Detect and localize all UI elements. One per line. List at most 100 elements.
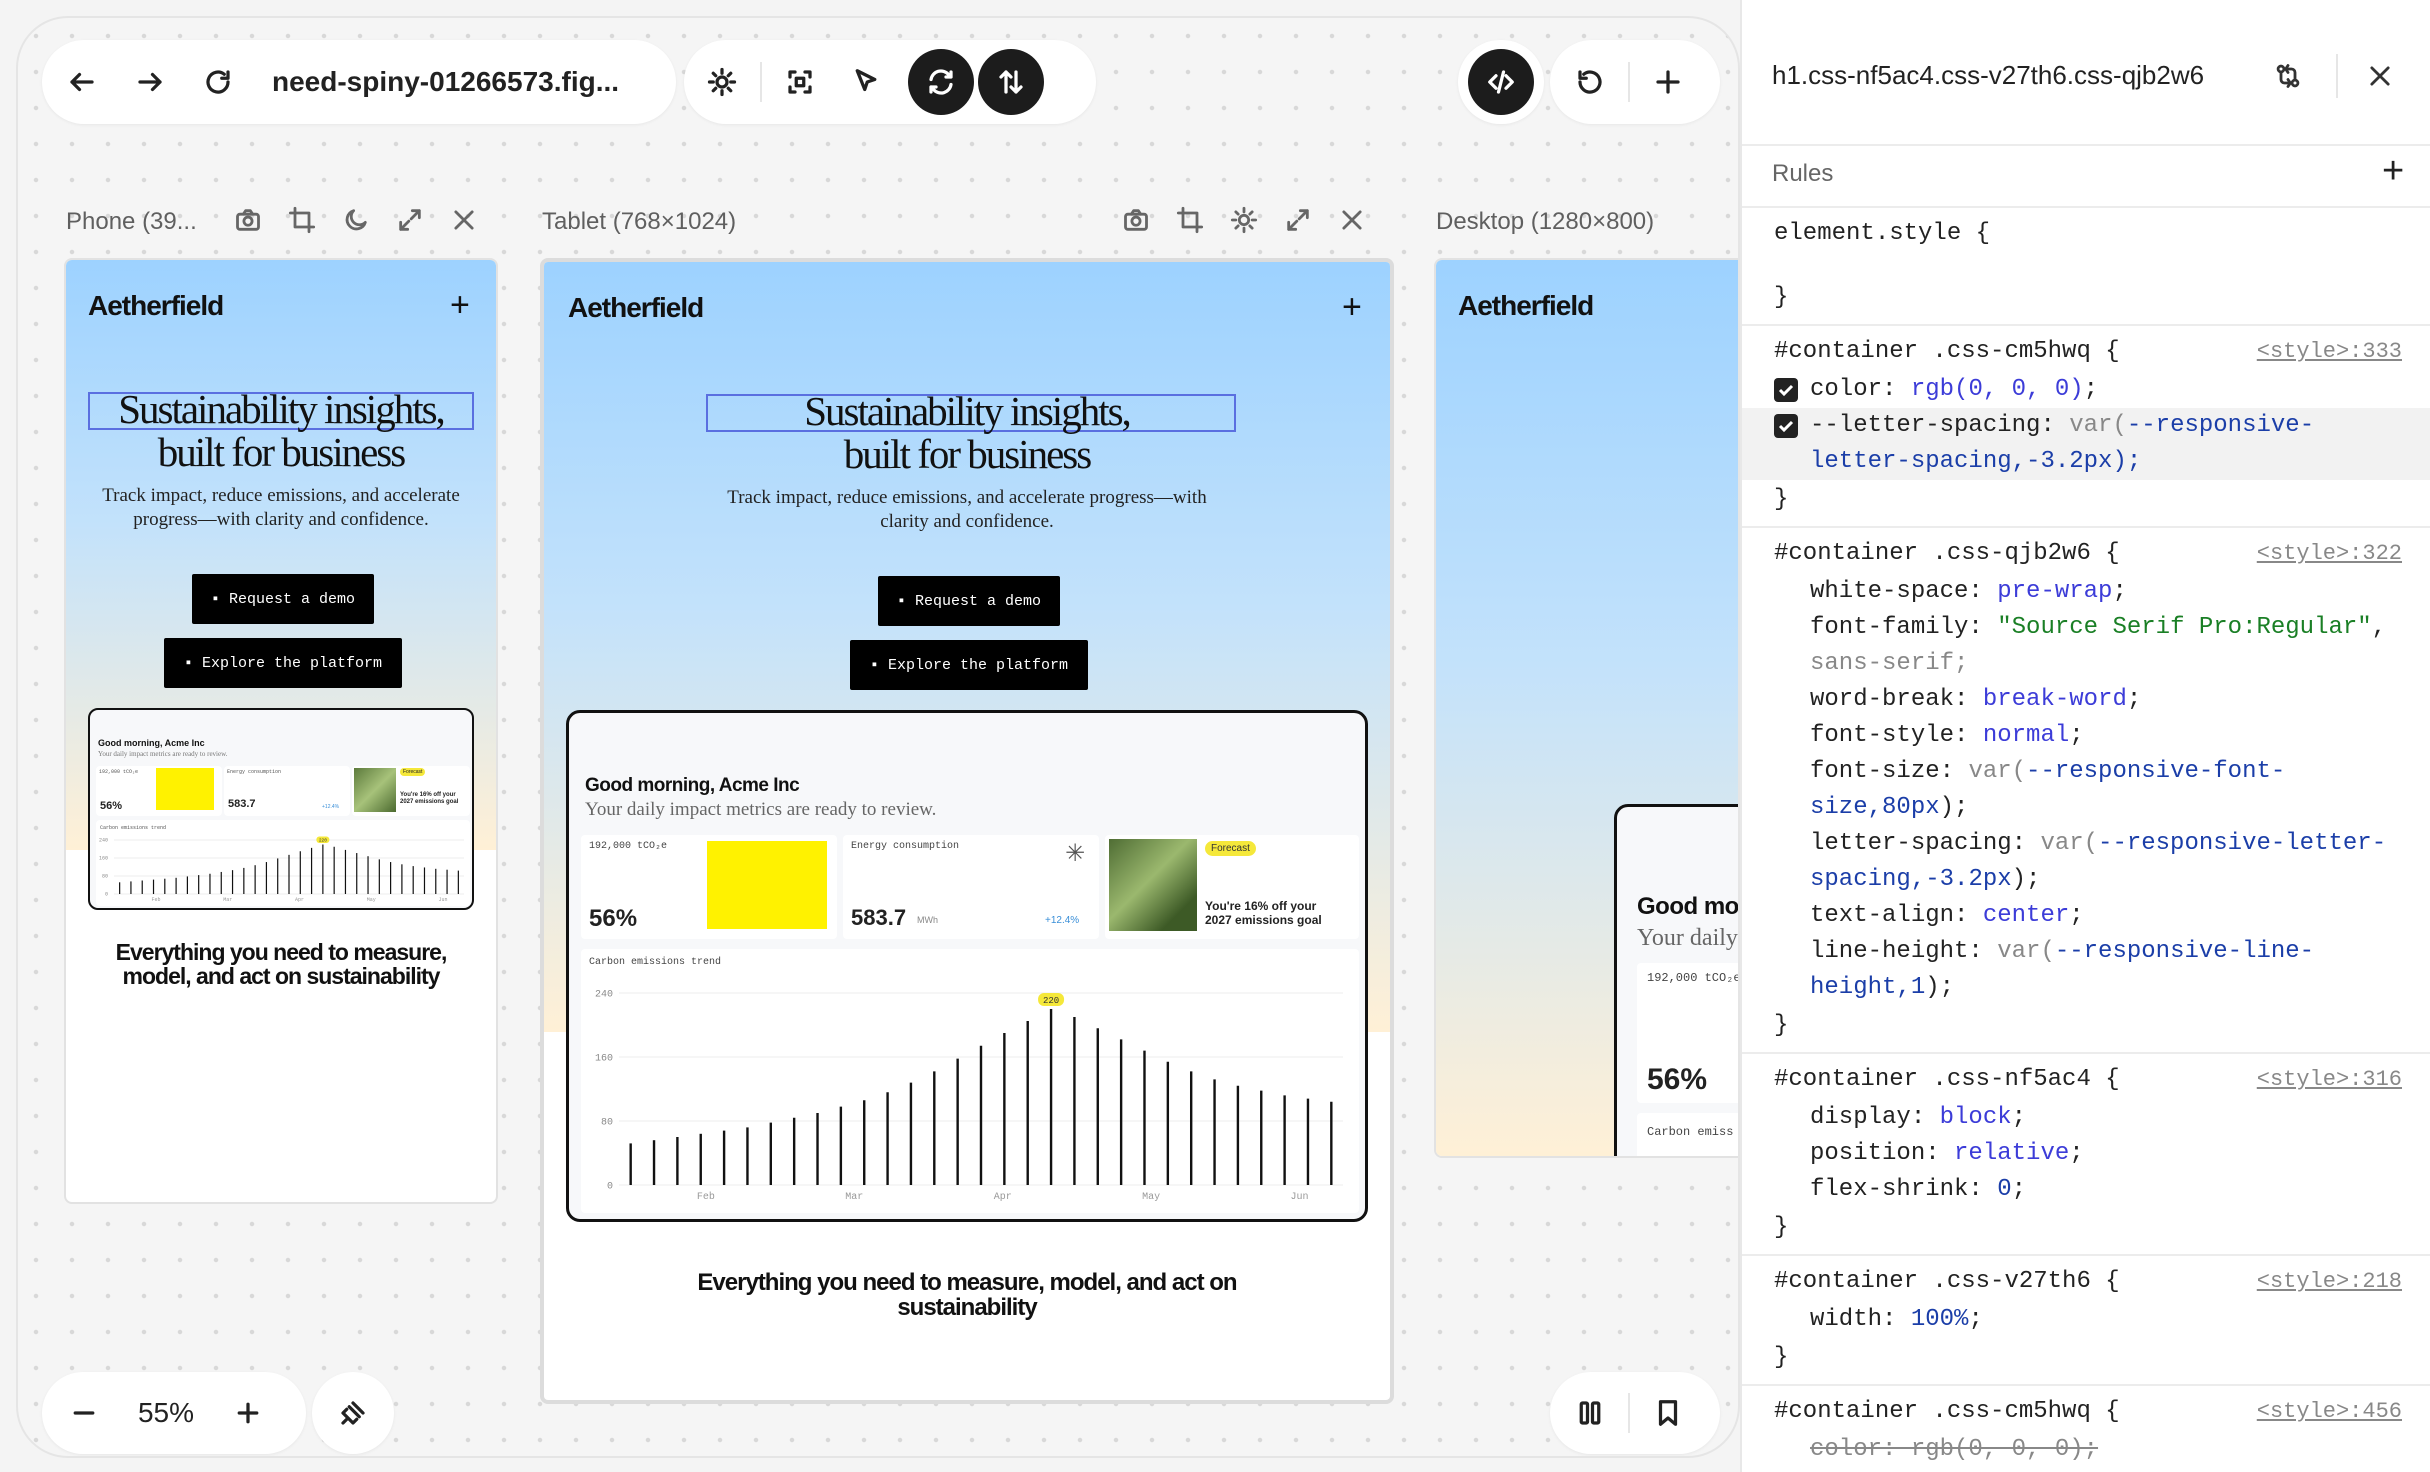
site-brand: Aetherfield: [1458, 290, 1594, 321]
tablet-frame[interactable]: Aetherfield + Sustainability insights, b…: [540, 258, 1394, 1404]
explore-platform-button[interactable]: ▪ Explore the platform: [850, 640, 1088, 690]
reload-button[interactable]: [190, 54, 246, 110]
close-icon: [1342, 209, 1362, 230]
explore-platform-button[interactable]: ▪ Explore the platform: [164, 638, 402, 688]
rule-selector: #container .css-v27th6 {: [1774, 1268, 2120, 1295]
subtitle-line-1: Track impact, reduce emissions, and acce…: [102, 485, 460, 506]
back-button[interactable]: [54, 54, 110, 110]
desktop-frame[interactable]: Aetherfield Good mor Your daily 192,000 …: [1434, 258, 1740, 1158]
rules-label: Rules: [1772, 160, 1834, 187]
expand-button[interactable]: [1284, 206, 1312, 239]
frame-select-button[interactable]: [772, 54, 828, 110]
css-declaration: font-size: var(--responsive-font-: [1810, 758, 2286, 785]
features-line-1: Everything you need to measure, model, a…: [697, 1269, 1237, 1296]
plus-icon: [237, 1402, 259, 1424]
metric-value: 56%: [100, 800, 123, 812]
hero-subtitle: Track impact, reduce emissions, and acce…: [66, 484, 496, 532]
css-declaration: font-family: "Source Serif Pro:Regular",: [1810, 614, 2387, 641]
rule-source-link[interactable]: <style>:322: [2257, 536, 2402, 572]
phone-frame-header: Phone (39...: [66, 200, 514, 244]
metric-value: 56%: [589, 905, 638, 932]
rotate-button[interactable]: [1176, 206, 1204, 239]
energy-unit: MWh: [917, 915, 938, 925]
zoom-in-button[interactable]: [220, 1385, 276, 1441]
canvas-stage[interactable]: need-spiny-01266573.fig... Phone (39... …: [16, 16, 1740, 1458]
divider: [1742, 144, 2430, 146]
reload-icon: [206, 70, 230, 94]
light-mode-button[interactable]: [1230, 206, 1258, 239]
theme-toggle-button[interactable]: [694, 54, 750, 110]
rule-source-link[interactable]: <style>:218: [2257, 1264, 2402, 1300]
expand-button[interactable]: [396, 206, 424, 239]
add-rule-button[interactable]: +: [2382, 152, 2404, 190]
crop-rotate-icon: [288, 206, 316, 233]
rule-source-link[interactable]: <style>:316: [2257, 1062, 2402, 1098]
css-declaration-cont: letter-spacing,-3.2px);: [1810, 448, 2142, 475]
metric-tile: 192,000 tCO₂e 56%: [581, 835, 837, 939]
swap-vertical-button[interactable]: [978, 49, 1044, 115]
plus-icon[interactable]: +: [450, 288, 470, 322]
divider: [1742, 1052, 2430, 1054]
zoom-out-button[interactable]: [56, 1385, 112, 1441]
property-checkbox[interactable]: [1774, 378, 1798, 402]
site-brand: Aetherfield: [88, 290, 224, 321]
y-tick-label: 160: [595, 1053, 613, 1064]
dashboard-card: Good mor Your daily 192,000 tCO₂e 56% Ca…: [1614, 804, 1740, 1156]
css-declaration: white-space: pre-wrap;: [1810, 578, 2127, 605]
rotate-button[interactable]: [288, 206, 316, 239]
energy-tile: Energy consumption ✳ 583.7 MWh +12.4%: [843, 835, 1099, 939]
x-tick-label: Jun: [438, 897, 447, 903]
css-declaration: --letter-spacing: var(--responsive-: [1810, 412, 2315, 439]
forward-button[interactable]: [122, 54, 178, 110]
rule-close: }: [1774, 486, 1789, 513]
dark-mode-button[interactable]: [342, 206, 370, 239]
hero-subtitle: Track impact, reduce emissions, and acce…: [544, 486, 1390, 534]
plug-icon: [341, 1401, 365, 1425]
rule-source-link[interactable]: <style>:333: [2257, 334, 2402, 370]
property-checkbox[interactable]: [1774, 414, 1798, 438]
file-name[interactable]: need-spiny-01266573.fig...: [272, 66, 619, 98]
css-declaration: word-break: break-word;: [1810, 686, 2142, 713]
screenshot-button[interactable]: [234, 206, 262, 239]
phone-frame[interactable]: Aetherfield + Sustainability insights, b…: [64, 258, 498, 1204]
compare-button[interactable]: [2274, 62, 2302, 95]
energy-delta: +12.4%: [1045, 915, 1080, 926]
split-view-button[interactable]: [1562, 1385, 1618, 1441]
sync-button[interactable]: [908, 49, 974, 115]
columns-icon: [1579, 1401, 1601, 1425]
site-brand: Aetherfield: [568, 292, 704, 323]
x-tick-label: Jun: [1291, 1192, 1309, 1203]
bookmark-button[interactable]: [1640, 1385, 1696, 1441]
selected-element-selector: h1.css-nf5ac4.css-v27th6.css-qjb2w6: [1772, 60, 2205, 90]
close-icon: [454, 209, 474, 230]
headline-line-1: Sustainability insights,: [118, 386, 446, 432]
pointer-tool-button[interactable]: [838, 54, 894, 110]
screenshot-button[interactable]: [1122, 206, 1150, 239]
dashboard-greeting: Good mor: [1637, 893, 1740, 920]
close-panel-button[interactable]: [2366, 62, 2394, 95]
y-tick-label: 0: [105, 892, 108, 898]
rule-selector: #container .css-cm5hwq {: [1774, 338, 2120, 365]
undo-button[interactable]: [1562, 54, 1618, 110]
css-declaration-cont: spacing,-3.2px);: [1810, 866, 2041, 893]
request-demo-button[interactable]: ▪ Request a demo: [878, 576, 1060, 626]
close-frame-button[interactable]: [1338, 206, 1366, 239]
css-declaration: flex-shrink: 0;: [1810, 1176, 2027, 1203]
code-view-button[interactable]: [1468, 49, 1534, 115]
plugin-button[interactable]: [325, 1385, 381, 1441]
history-toolbar: [1550, 40, 1720, 124]
mini-chart-tile: 0 80 160 240 220 Feb Mar Apr May Jun Carbon emissi…: [96, 820, 470, 906]
plus-icon[interactable]: +: [1342, 290, 1362, 324]
forecast-tile: Forecast You're 16% off your 2027 emissio…: [352, 766, 470, 816]
metric-value: 56%: [1647, 1063, 1708, 1096]
add-button[interactable]: [1640, 54, 1696, 110]
rule-source-link[interactable]: <style>:456: [2257, 1394, 2402, 1430]
close-icon: [2370, 66, 2390, 86]
crop-rotate-icon: [1176, 206, 1204, 233]
zoom-level[interactable]: 55%: [112, 1397, 220, 1429]
divider: [1742, 324, 2430, 326]
sun-icon: [1230, 206, 1258, 233]
close-frame-button[interactable]: [450, 206, 478, 239]
request-demo-button[interactable]: ▪ Request a demo: [192, 574, 374, 624]
energy-value: 583.7: [228, 798, 256, 810]
